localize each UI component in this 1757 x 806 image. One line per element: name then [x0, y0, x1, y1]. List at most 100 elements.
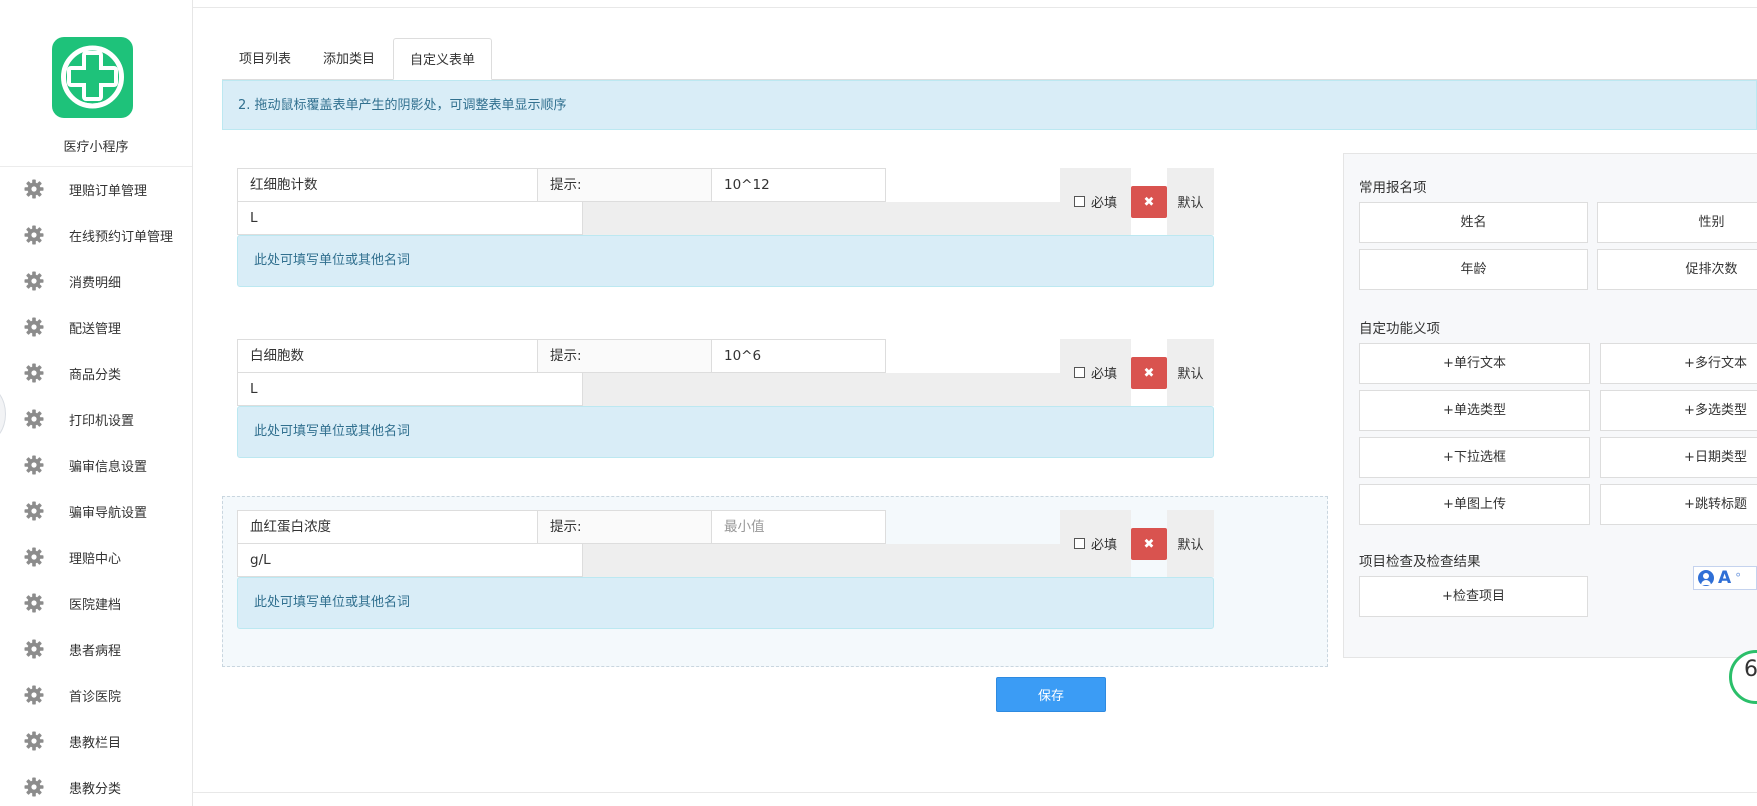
field-btn-single-choice[interactable]: +单选类型 [1359, 390, 1590, 431]
close-icon: ✖ [1143, 536, 1155, 552]
delete-button[interactable]: ✖ [1131, 357, 1167, 389]
app-logo [52, 37, 133, 118]
sidebar-item[interactable]: 消费明细 [0, 258, 192, 304]
sidebar-item-label: 理赔中心 [69, 551, 122, 567]
bottom-border [192, 792, 1757, 793]
gear-icon [24, 685, 44, 705]
field-btn-image-upload[interactable]: +单图上传 [1359, 484, 1590, 525]
gear-icon [24, 271, 44, 291]
required-label: 必填 [1090, 367, 1117, 382]
hint-value-input[interactable]: 10^12 [711, 168, 886, 202]
gear-icon [24, 593, 44, 613]
sidebar-item[interactable]: 配送管理 [0, 304, 192, 350]
sidebar-item[interactable]: 患教分类 [0, 764, 192, 806]
sidebar-item-label: 理赔订单管理 [69, 183, 148, 199]
sidebar-item-label: 商品分类 [69, 367, 122, 383]
gear-icon [24, 547, 44, 567]
default-label: 默认 [1167, 510, 1214, 577]
form-item[interactable]: 血红蛋白浓度 提示: 最小值 g/L 必填 ✖ 默认 此处可填写单位或其他名词 [237, 510, 1214, 630]
sidebar-item[interactable]: 打印机设置 [0, 396, 192, 442]
check-items-title: 项目检查及检查结果 [1359, 554, 1481, 570]
gear-icon [24, 455, 44, 475]
sidebar-item[interactable]: 理赔订单管理 [0, 166, 192, 212]
gray-filler [582, 373, 1060, 406]
sidebar-item-label: 医院建档 [69, 597, 122, 613]
checkbox-icon [1073, 196, 1085, 207]
required-label: 必填 [1090, 538, 1117, 553]
field-btn-single-line-text[interactable]: +单行文本 [1359, 343, 1590, 384]
field-btn-multi-choice[interactable]: +多选类型 [1600, 390, 1757, 431]
field-btn-ovulation-count[interactable]: 促排次数 [1597, 249, 1757, 290]
tab-bar: 项目列表 添加类目 自定义表单 [223, 38, 493, 80]
assistant-badge[interactable]: A ° [1693, 566, 1757, 590]
sidebar-item[interactable]: 首诊医院 [0, 672, 192, 718]
field-btn-age[interactable]: 年龄 [1359, 249, 1588, 290]
info-alert: 2. 拖动鼠标覆盖表单产生的阴影处，可调整表单显示顺序 [222, 80, 1757, 130]
gray-filler [582, 202, 1060, 235]
medical-cross-icon [61, 45, 124, 109]
default-label: 默认 [1167, 339, 1214, 406]
sidebar: 医疗小程序 理赔订单管理在线预约订单管理 消费明细配送管理商品分类打印机设置骗审信… [0, 0, 193, 806]
unit-input[interactable]: g/L [237, 543, 583, 577]
delete-button[interactable]: ✖ [1131, 528, 1167, 560]
sidebar-item-label: 骗审导航设置 [69, 505, 148, 521]
field-btn-dropdown[interactable]: +下拉选框 [1359, 437, 1590, 478]
sidebar-item[interactable]: 骗审信息设置 [0, 442, 192, 488]
gear-icon [24, 731, 44, 751]
field-btn-multi-line-text[interactable]: +多行文本 [1600, 343, 1757, 384]
delete-button[interactable]: ✖ [1131, 186, 1167, 218]
custom-fields-title: 自定功能义项 [1359, 321, 1440, 337]
hint-value-input[interactable]: 10^6 [711, 339, 886, 373]
field-name-input[interactable]: 血红蛋白浓度 [237, 510, 538, 544]
sidebar-item-label: 患教分类 [69, 781, 122, 797]
sidebar-item-label: 患者病程 [69, 643, 122, 659]
sidebar-item[interactable]: 骗审导航设置 [0, 488, 192, 534]
hint-label: 提示: [537, 339, 712, 373]
save-button[interactable]: 保存 [996, 677, 1106, 712]
sidebar-item[interactable]: 患教栏目 [0, 718, 192, 764]
app-name: 医疗小程序 [63, 140, 129, 155]
gray-filler [582, 544, 1060, 577]
gear-icon [24, 409, 44, 429]
sidebar-nav: 理赔订单管理在线预约订单管理 消费明细配送管理商品分类打印机设置骗审信息设置 骗审导… [0, 166, 192, 806]
tab-project-list[interactable]: 项目列表 [223, 38, 307, 78]
hint-value-input[interactable]: 最小值 [711, 510, 886, 544]
sidebar-item[interactable]: 理赔中心 [0, 534, 192, 580]
badge-text: A [1718, 568, 1732, 588]
field-btn-gender[interactable]: 性别 [1597, 202, 1757, 243]
badge-dots: ° [1735, 571, 1742, 585]
unit-input[interactable]: L [237, 372, 583, 406]
unit-note: 此处可填写单位或其他名词 [237, 406, 1214, 458]
field-btn-date[interactable]: +日期类型 [1600, 437, 1757, 478]
sidebar-item[interactable]: 患者病程 [0, 626, 192, 672]
required-checkbox[interactable]: 必填 [1060, 510, 1131, 577]
sidebar-item[interactable]: 在线预约订单管理 [0, 212, 192, 258]
required-checkbox[interactable]: 必填 [1060, 339, 1131, 406]
gear-icon [24, 317, 44, 337]
required-label: 必填 [1090, 196, 1117, 211]
field-btn-check-item[interactable]: +检查项目 [1359, 576, 1588, 617]
close-icon: ✖ [1143, 365, 1155, 381]
default-label: 默认 [1167, 168, 1214, 235]
field-name-input[interactable]: 白细胞数 [237, 339, 538, 373]
speed-value: 60 [1744, 657, 1757, 682]
gear-icon [24, 639, 44, 659]
hint-label: 提示: [537, 510, 712, 544]
field-btn-jump-title[interactable]: +跳转标题 [1600, 484, 1757, 525]
sidebar-item-label: 在线预约订单管理 [69, 229, 174, 245]
required-checkbox[interactable]: 必填 [1060, 168, 1131, 235]
unit-input[interactable]: L [237, 201, 583, 235]
sidebar-item-label: 骗审信息设置 [69, 459, 148, 475]
tab-custom-form[interactable]: 自定义表单 [393, 38, 493, 80]
sidebar-item[interactable]: 商品分类 [0, 350, 192, 396]
gear-icon [24, 501, 44, 521]
checkbox-icon [1073, 538, 1085, 549]
field-btn-name[interactable]: 姓名 [1359, 202, 1588, 243]
sidebar-item[interactable]: 医院建档 [0, 580, 192, 626]
form-item[interactable]: 白细胞数 提示: 10^6 L 必填 ✖ 默认 此处可填写单位或其他名词 [237, 339, 1214, 459]
field-name-input[interactable]: 红细胞计数 [237, 168, 538, 202]
floating-speed-widget[interactable]: 60 [1729, 650, 1757, 704]
sidebar-item-label: 消费明细 [69, 275, 122, 291]
tab-add-category[interactable]: 添加类目 [307, 38, 391, 78]
form-item[interactable]: 红细胞计数 提示: 10^12 L 必填 ✖ 默认 此处可填写单位或其他名词 [237, 168, 1214, 288]
